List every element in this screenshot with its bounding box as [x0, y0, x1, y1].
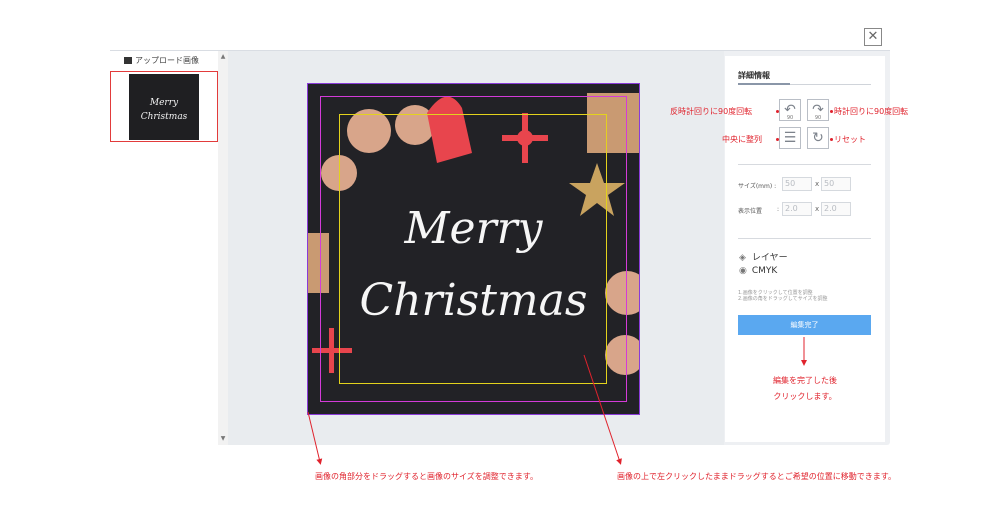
divider: [738, 238, 871, 239]
annotation-dot: [830, 110, 833, 113]
annotation-reset: リセット: [834, 135, 866, 144]
divider: [738, 164, 871, 165]
annotation-after-edit: 編集を完了した後 クリックします。: [773, 376, 837, 401]
position-times: x: [815, 205, 820, 213]
annotation-resize-hint: 画像の角部分をドラッグすると画像のサイズを調整できます。: [315, 472, 538, 481]
annotation-rotate-ccw: 反時計回りに90度回転: [670, 107, 753, 116]
position-x-input[interactable]: 2.0: [782, 202, 812, 216]
detail-title: 詳細情報: [738, 71, 770, 80]
size-height-input[interactable]: 50: [821, 177, 851, 191]
image-bounding-frame: [307, 83, 640, 415]
annotation-dot: [830, 138, 833, 141]
rotate-cw-button[interactable]: ↷ 90: [807, 99, 829, 121]
scroll-down-arrow-icon[interactable]: ▼: [219, 435, 227, 442]
annotation-move-hint: 画像の上で左クリックしたままドラッグするとご希望の位置に移動できます。: [617, 472, 896, 481]
thumbnail-image: Merry Christmas: [129, 74, 199, 140]
size-width-input[interactable]: 50: [782, 177, 812, 191]
size-label: サイズ(mm) :: [738, 183, 777, 190]
cmyk-row[interactable]: ◉ CMYK: [739, 266, 777, 276]
thumb-text-merry: Merry: [149, 98, 179, 108]
title-bar: ✕: [110, 24, 890, 51]
size-times: x: [815, 180, 820, 188]
finish-editing-button[interactable]: 編集完了: [738, 315, 871, 335]
reset-button[interactable]: ↻: [807, 127, 829, 149]
position-colon: :: [777, 206, 780, 213]
position-y-input[interactable]: 2.0: [821, 202, 851, 216]
thumb-text-christmas: Christmas: [140, 112, 188, 122]
detail-title-underline: [738, 83, 871, 85]
scroll-up-arrow-icon[interactable]: ▲: [219, 53, 227, 60]
close-button[interactable]: ✕: [864, 28, 882, 46]
annotation-rotate-cw: 時計回りに90度回転: [834, 107, 909, 116]
upload-panel: アップロード画像 Merry Christmas: [110, 51, 218, 445]
position-label: 表示位置: [738, 208, 763, 215]
align-center-button[interactable]: ☰: [779, 127, 801, 149]
image-icon: [124, 57, 132, 64]
upload-panel-title: アップロード画像: [124, 55, 199, 66]
reset-icon: ↻: [812, 130, 824, 146]
layers-icon: ◈: [739, 253, 746, 263]
rotate-ccw-button[interactable]: ↶ 90: [779, 99, 801, 121]
help-text: 1.画像をクリックして位置を調整 2.画像の角をドラッグしてサイズを調整: [738, 290, 828, 302]
eye-icon: ◉: [739, 266, 747, 276]
close-icon: ✕: [867, 29, 879, 44]
uploaded-image-thumbnail[interactable]: Merry Christmas: [110, 71, 218, 142]
upload-scrollbar[interactable]: ▲ ▼: [218, 51, 228, 445]
annotation-dot: [776, 138, 779, 141]
annotation-align-center: 中央に整列: [722, 135, 762, 144]
align-center-icon: ☰: [783, 130, 797, 146]
layer-row[interactable]: ◈ レイヤー: [739, 250, 788, 263]
annotation-dot: [776, 110, 779, 113]
